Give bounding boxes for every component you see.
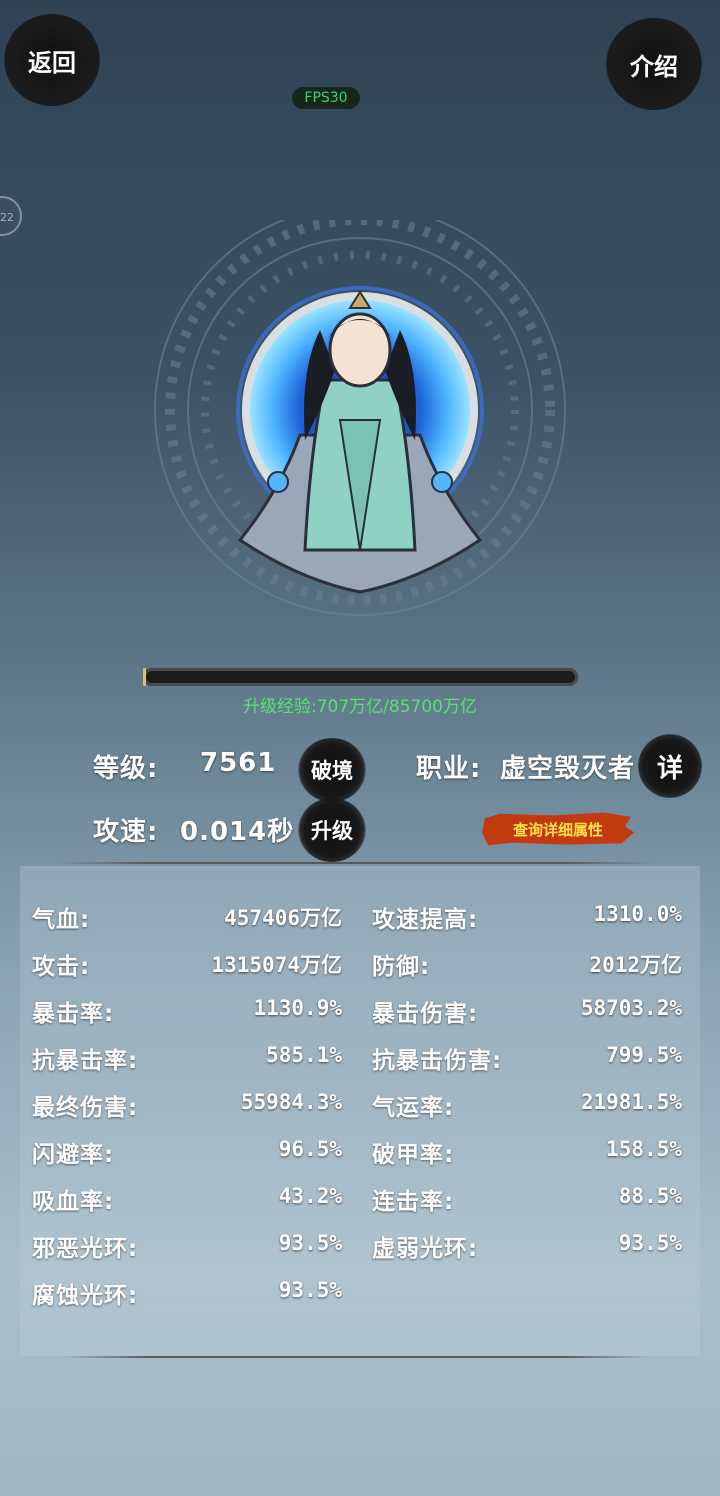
stat-value: 1315074万亿 xyxy=(211,953,342,977)
stat-row: 抗暴击伤害: 799.5% xyxy=(372,1037,682,1077)
stat-value: 88.5% xyxy=(618,1184,682,1208)
stat-value: 158.5% xyxy=(606,1137,682,1161)
stat-row: 闪避率: 96.5% xyxy=(32,1131,342,1171)
stat-value: 55984.3% xyxy=(240,1090,342,1114)
experience-label: 升级经验: xyxy=(242,697,317,717)
stat-row: 暴击率: 1130.9% xyxy=(32,990,342,1030)
stat-label: 攻击: xyxy=(32,954,91,980)
stat-value: 457406万亿 xyxy=(224,906,342,930)
back-button[interactable]: 返回 xyxy=(4,14,100,106)
stat-label: 闪避率: xyxy=(32,1142,115,1168)
stat-value: 93.5% xyxy=(278,1278,342,1302)
stat-row: 虚弱光环: 93.5% xyxy=(372,1225,682,1265)
level-value: 7561 xyxy=(200,748,277,778)
stat-label: 抗暴击率: xyxy=(32,1048,139,1074)
stat-label: 腐蚀光环: xyxy=(32,1283,139,1309)
experience-text: 升级经验:707万亿/85700万亿 xyxy=(0,692,720,717)
experience-bar xyxy=(143,668,578,686)
stat-value: 58703.2% xyxy=(580,996,682,1020)
stat-label: 连击率: xyxy=(372,1189,455,1215)
stat-label: 破甲率: xyxy=(372,1142,455,1168)
stat-row: 抗暴击率: 585.1% xyxy=(32,1037,342,1077)
stat-value: 2012万亿 xyxy=(589,953,682,977)
class-label: 职业: xyxy=(416,754,482,784)
character-portrait xyxy=(150,204,570,640)
breakthrough-button[interactable]: 破境 xyxy=(298,738,366,802)
stat-row: 邪恶光环: 93.5% xyxy=(32,1225,342,1265)
stat-value: 93.5% xyxy=(278,1231,342,1255)
stat-label: 暴击率: xyxy=(32,1001,115,1027)
stat-row: 连击率: 88.5% xyxy=(372,1178,682,1218)
upgrade-button[interactable]: 升级 xyxy=(298,798,366,862)
stat-label: 气运率: xyxy=(372,1095,455,1121)
side-float-badge[interactable]: 22 xyxy=(0,196,22,236)
stat-value: 21981.5% xyxy=(580,1090,682,1114)
stat-value: 93.5% xyxy=(618,1231,682,1255)
stat-value: 799.5% xyxy=(606,1043,682,1067)
class-value: 虚空毁灭者 xyxy=(500,754,636,784)
stat-label: 攻速提高: xyxy=(372,907,479,933)
fps-indicator: FPS30 xyxy=(292,87,360,109)
stat-label: 抗暴击伤害: xyxy=(372,1048,503,1074)
stat-value: 1130.9% xyxy=(253,996,342,1020)
magic-circle-graphic xyxy=(154,204,566,616)
stat-label: 邪恶光环: xyxy=(32,1236,139,1262)
stats-panel: 气血: 457406万亿 攻击: 1315074万亿 暴击率: 1130.9% … xyxy=(20,866,700,1356)
stat-row: 气运率: 21981.5% xyxy=(372,1084,682,1124)
stat-label: 气血: xyxy=(32,907,91,933)
stat-row: 暴击伤害: 58703.2% xyxy=(372,990,682,1030)
stat-value: 43.2% xyxy=(278,1184,342,1208)
class-detail-button[interactable]: 详 xyxy=(638,734,702,798)
divider-bottom xyxy=(58,1356,654,1358)
stat-row: 破甲率: 158.5% xyxy=(372,1131,682,1171)
level-label: 等级: xyxy=(93,754,159,784)
stat-value: 585.1% xyxy=(266,1043,342,1067)
stat-row: 吸血率: 43.2% xyxy=(32,1178,342,1218)
stat-label: 吸血率: xyxy=(32,1189,115,1215)
stat-label: 虚弱光环: xyxy=(372,1236,479,1262)
attack-speed-value: 0.014秒 xyxy=(180,817,295,847)
stat-label: 暴击伤害: xyxy=(372,1001,479,1027)
stat-row: 防御: 2012万亿 xyxy=(372,943,682,983)
stat-value: 96.5% xyxy=(278,1137,342,1161)
intro-button[interactable]: 介绍 xyxy=(606,18,702,110)
stat-row: 攻速提高: 1310.0% xyxy=(372,896,682,936)
stat-row: 最终伤害: 55984.3% xyxy=(32,1084,342,1124)
stat-row: 腐蚀光环: 93.5% xyxy=(32,1272,342,1312)
stat-label: 最终伤害: xyxy=(32,1095,139,1121)
experience-bar-fill xyxy=(143,668,147,686)
stat-label: 防御: xyxy=(372,954,431,980)
stat-value: 1310.0% xyxy=(593,902,682,926)
attack-speed-label: 攻速: xyxy=(93,817,159,847)
divider-top xyxy=(58,862,654,864)
stat-row: 攻击: 1315074万亿 xyxy=(32,943,342,983)
detail-attributes-button[interactable]: 查询详细属性 xyxy=(482,812,634,846)
experience-max: 85700万亿 xyxy=(388,697,477,717)
experience-current: 707万亿 xyxy=(316,697,384,717)
stat-row: 气血: 457406万亿 xyxy=(32,896,342,936)
